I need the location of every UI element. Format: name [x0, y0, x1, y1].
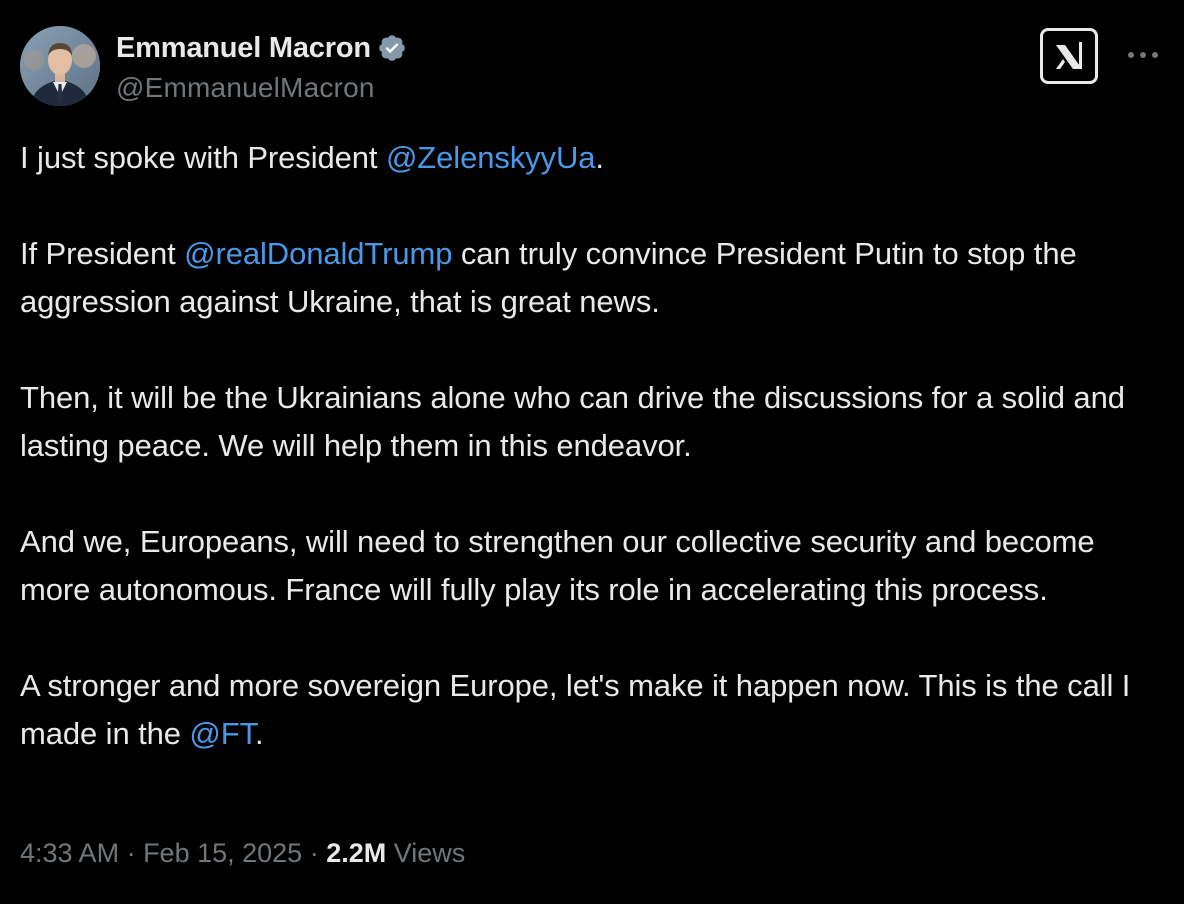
handle[interactable]: @EmmanuelMacron	[116, 72, 407, 104]
avatar[interactable]	[20, 26, 100, 106]
mention-link-zelenskyyua[interactable]: @ZelenskyyUa	[386, 140, 596, 175]
tweet-paragraph-5: A stronger and more sovereign Europe, le…	[20, 662, 1160, 758]
mention-link-realdonaldtrump[interactable]: @realDonaldTrump	[184, 236, 452, 271]
views-count[interactable]: 2.2M	[326, 838, 386, 868]
author-block: Emmanuel Macron @EmmanuelMacron	[116, 29, 407, 104]
tweet-meta: 4:33 AM · Feb 15, 2025 · 2.2M Views	[20, 838, 465, 869]
tweet-paragraph-4: And we, Europeans, will need to strength…	[20, 524, 1095, 607]
timestamp-date[interactable]: Feb 15, 2025	[143, 838, 302, 868]
text-span: If President	[20, 236, 185, 271]
tweet-paragraph-1: I just spoke with President @ZelenskyyUa…	[20, 134, 1160, 182]
text-span: .	[595, 140, 604, 175]
more-horizontal-icon	[1128, 52, 1158, 58]
separator: ·	[119, 838, 144, 868]
display-name[interactable]: Emmanuel Macron	[116, 32, 371, 65]
tweet-paragraph-3: Then, it will be the Ukrainians alone wh…	[20, 380, 1125, 463]
views-label: Views	[386, 838, 466, 868]
tweet-paragraph-2: If President @realDonaldTrump can truly …	[20, 230, 1160, 326]
text-span: .	[255, 716, 264, 751]
timestamp-time[interactable]: 4:33 AM	[20, 838, 119, 868]
mention-link-ft[interactable]: @FT	[189, 716, 255, 751]
grok-icon	[1056, 42, 1082, 69]
display-name-row: Emmanuel Macron	[116, 29, 407, 67]
text-span: A stronger and more sovereign Europe, le…	[20, 668, 1131, 751]
tweet-text: I just spoke with President @ZelenskyyUa…	[20, 134, 1160, 758]
text-span: I just spoke with President	[20, 140, 386, 175]
separator: ·	[302, 838, 327, 868]
grok-button[interactable]	[1040, 28, 1098, 84]
tweet-header: Emmanuel Macron @EmmanuelMacron	[20, 26, 1164, 108]
more-options-button[interactable]	[1122, 40, 1164, 70]
verified-badge-icon[interactable]	[377, 33, 407, 63]
